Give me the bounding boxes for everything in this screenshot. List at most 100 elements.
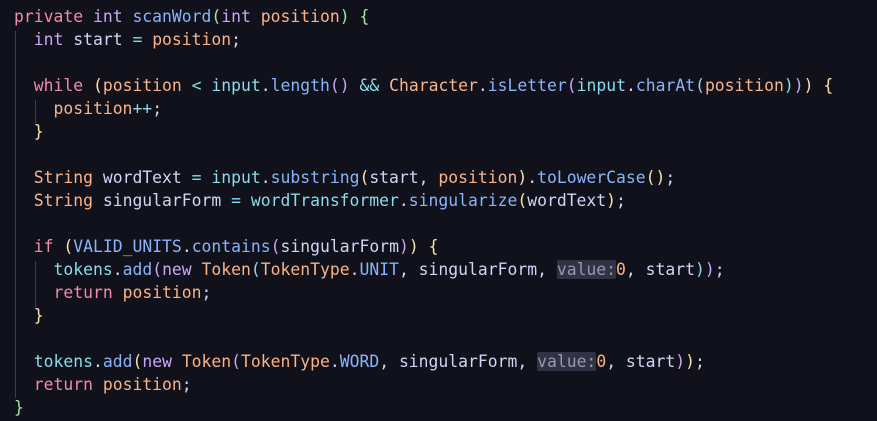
code-token: int	[221, 7, 251, 26]
code-token: (	[152, 260, 163, 279]
code-token: new	[162, 260, 192, 279]
code-line[interactable]: if (VALID_UNITS.contains(singularForm)) …	[14, 235, 439, 258]
code-token: contains	[191, 237, 271, 256]
code-token: ;	[714, 260, 725, 279]
code-token: }	[14, 398, 24, 417]
code-line[interactable]: int start = position;	[14, 28, 241, 51]
code-token: singularForm	[280, 237, 399, 256]
code-token: .	[349, 260, 360, 279]
code-token: (	[211, 7, 222, 26]
code-token: Character	[389, 76, 478, 95]
code-token: input	[211, 76, 261, 95]
code-token: position	[704, 76, 784, 95]
code-token: }	[33, 122, 44, 141]
code-token: input	[576, 76, 626, 95]
code-token: start,	[369, 168, 439, 187]
code-line[interactable]: }	[14, 120, 44, 143]
code-token: ;	[152, 99, 163, 118]
code-token: (	[566, 76, 577, 95]
code-token: isLetter	[487, 76, 567, 95]
code-token: .	[181, 237, 192, 256]
code-token: wordText	[527, 191, 607, 210]
code-token: toLowerCase	[537, 168, 646, 187]
code-token: ;	[616, 191, 626, 210]
code-line[interactable]: private int scanWord(int position) {	[14, 5, 369, 28]
code-token: .	[477, 76, 488, 95]
code-line[interactable]: while (position < input.length() && Char…	[14, 74, 834, 97]
code-line[interactable]: }	[14, 304, 44, 327]
code-token: .	[398, 191, 409, 210]
code-token: .	[92, 352, 103, 371]
code-token: ()	[645, 168, 666, 187]
code-token: ++	[132, 99, 153, 118]
code-token: int	[92, 7, 123, 26]
code-line[interactable]: tokens.add(new Token(TokenType.WORD, sin…	[14, 350, 705, 373]
code-token: wordText	[92, 168, 192, 187]
code-token: position	[260, 7, 340, 26]
code-token: int	[33, 30, 64, 49]
code-token: .	[329, 352, 340, 371]
code-token: singularForm	[92, 191, 232, 210]
code-token: VALID_UNITS	[73, 237, 182, 256]
code-token: (	[270, 237, 281, 256]
code-line[interactable]: return position;	[14, 373, 192, 396]
code-token: position	[102, 375, 182, 394]
code-line[interactable]: String wordText = input.substring(start,…	[14, 166, 676, 189]
code-token: (	[359, 168, 370, 187]
code-token: tokens	[33, 352, 93, 371]
code-token: )	[339, 7, 350, 26]
code-token: , start	[625, 260, 695, 279]
code-token: return	[53, 283, 113, 302]
code-token: new	[142, 352, 172, 371]
code-token: ;	[181, 375, 192, 394]
code-token: )	[793, 76, 804, 95]
code-token: , singularForm,	[379, 352, 538, 371]
code-token: position	[152, 30, 232, 49]
code-token: (	[250, 260, 261, 279]
code-token: <	[191, 76, 202, 95]
code-line[interactable]: String singularForm = wordTransformer.si…	[14, 189, 626, 212]
code-token: , singularForm,	[398, 260, 557, 279]
code-line[interactable]: }	[14, 396, 24, 419]
code-editor[interactable]: private int scanWord(int position) { int…	[0, 0, 877, 421]
code-token: if	[33, 237, 54, 256]
code-token: add	[122, 260, 153, 279]
code-token: input	[211, 168, 261, 187]
code-token: .	[260, 168, 271, 187]
code-token: position	[122, 283, 202, 302]
code-token: .	[527, 168, 538, 187]
code-token: position	[438, 168, 518, 187]
code-token: while	[33, 76, 84, 95]
inlay-hint: value:	[556, 260, 617, 279]
code-line[interactable]: tokens.add(new Token(TokenType.UNIT, sin…	[14, 258, 725, 281]
code-token: , start	[606, 352, 676, 371]
code-token: 0	[596, 352, 607, 371]
code-line[interactable]: return position;	[14, 281, 211, 304]
code-token: (	[92, 76, 103, 95]
code-token: scanWord	[132, 7, 212, 26]
code-token: (	[63, 237, 74, 256]
code-line[interactable]: position++;	[14, 97, 162, 120]
code-token: =	[191, 168, 202, 187]
code-token: start	[63, 30, 133, 49]
